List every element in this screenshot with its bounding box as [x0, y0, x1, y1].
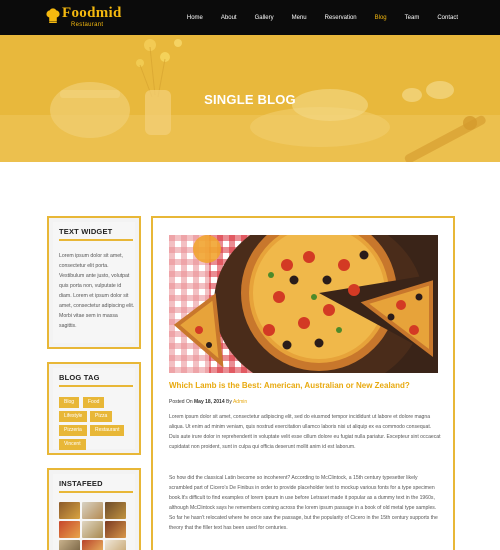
instafeed-title: INSTAFEED	[59, 479, 103, 488]
blog-tag-title: BLOG TAG	[59, 373, 100, 382]
instafeed-photo[interactable]	[59, 502, 80, 519]
instafeed-photo[interactable]	[105, 502, 126, 519]
post-author-link[interactable]: Admin	[233, 399, 247, 405]
text-widget-body: TEXT WIDGET Lorem ipsum dolor sit amet, …	[53, 222, 135, 343]
top-navbar: Foodmid Restaurant Home About Gallery Me…	[0, 0, 500, 35]
post-featured-image[interactable]	[169, 235, 438, 373]
post-date: May 18, 2014	[194, 399, 225, 405]
instafeed-photo[interactable]	[105, 521, 126, 538]
brand-tagline: Restaurant	[71, 22, 104, 28]
text-widget: TEXT WIDGET Lorem ipsum dolor sit amet, …	[47, 216, 141, 349]
tag-blog[interactable]: Blog	[59, 397, 80, 408]
nav-item-contact[interactable]: Contact	[437, 15, 458, 21]
instafeed-photo[interactable]	[59, 521, 80, 538]
nav-item-team[interactable]: Team	[405, 15, 420, 21]
brand-logo[interactable]: Foodmid Restaurant	[45, 5, 125, 29]
page-banner: SINGLE BLOG	[0, 35, 500, 162]
pizza-photo	[169, 235, 438, 373]
post-paragraph: Lorem ipsum dolor sit amet, consectetur …	[169, 414, 441, 450]
post-title[interactable]: Which Lamb is the Best: American, Austra…	[169, 381, 444, 390]
blog-tag-body: BLOG TAG Blog Food Lifestyle Pizza Pizze…	[53, 368, 135, 450]
nav-item-gallery[interactable]: Gallery	[255, 15, 274, 21]
text-widget-title: TEXT WIDGET	[59, 227, 113, 236]
tag-restaurant[interactable]: Restaurant	[90, 425, 125, 436]
widget-underline	[59, 385, 133, 387]
instafeed-body: INSTAFEED	[53, 474, 135, 550]
chef-hat-icon	[46, 8, 60, 23]
nav-item-blog[interactable]: Blog	[375, 15, 387, 21]
tag-food[interactable]: Food	[83, 397, 105, 408]
instafeed-photo[interactable]	[82, 521, 103, 538]
widget-underline	[59, 491, 133, 493]
post-meta-prefix: Posted On	[169, 399, 195, 405]
banner-title: SINGLE BLOG	[204, 92, 296, 107]
post-meta: Posted On May 18, 2014 By Admin	[169, 399, 247, 405]
tag-pizza[interactable]: Pizza	[90, 411, 113, 422]
instafeed-photo[interactable]	[82, 540, 103, 550]
nav-item-menu[interactable]: Menu	[292, 15, 307, 21]
brand-name: Foodmid	[62, 5, 122, 21]
instafeed-photo[interactable]	[59, 540, 80, 550]
post-paragraph: So how did the classical Latin become so…	[169, 475, 438, 531]
post-meta-by: By	[224, 399, 233, 405]
nav-item-home[interactable]: Home	[187, 15, 203, 21]
widget-underline	[59, 239, 133, 241]
instafeed-widget: INSTAFEED	[47, 468, 141, 550]
tag-pizzeria[interactable]: Pizzeria	[59, 425, 87, 436]
nav-item-reservation[interactable]: Reservation	[325, 15, 357, 21]
blog-tag-widget: BLOG TAG Blog Food Lifestyle Pizza Pizze…	[47, 362, 141, 455]
text-widget-content: Lorem ipsum dolor sit amet, consectetur …	[59, 253, 135, 329]
blog-post-card: Which Lamb is the Best: American, Austra…	[151, 216, 455, 550]
tag-vincent[interactable]: Vincent	[59, 439, 86, 450]
tag-lifestyle[interactable]: Lifestyle	[59, 411, 88, 422]
instafeed-photo[interactable]	[82, 502, 103, 519]
main-nav: Home About Gallery Menu Reservation Blog…	[169, 0, 458, 35]
nav-item-about[interactable]: About	[221, 15, 237, 21]
instafeed-photo[interactable]	[105, 540, 126, 550]
